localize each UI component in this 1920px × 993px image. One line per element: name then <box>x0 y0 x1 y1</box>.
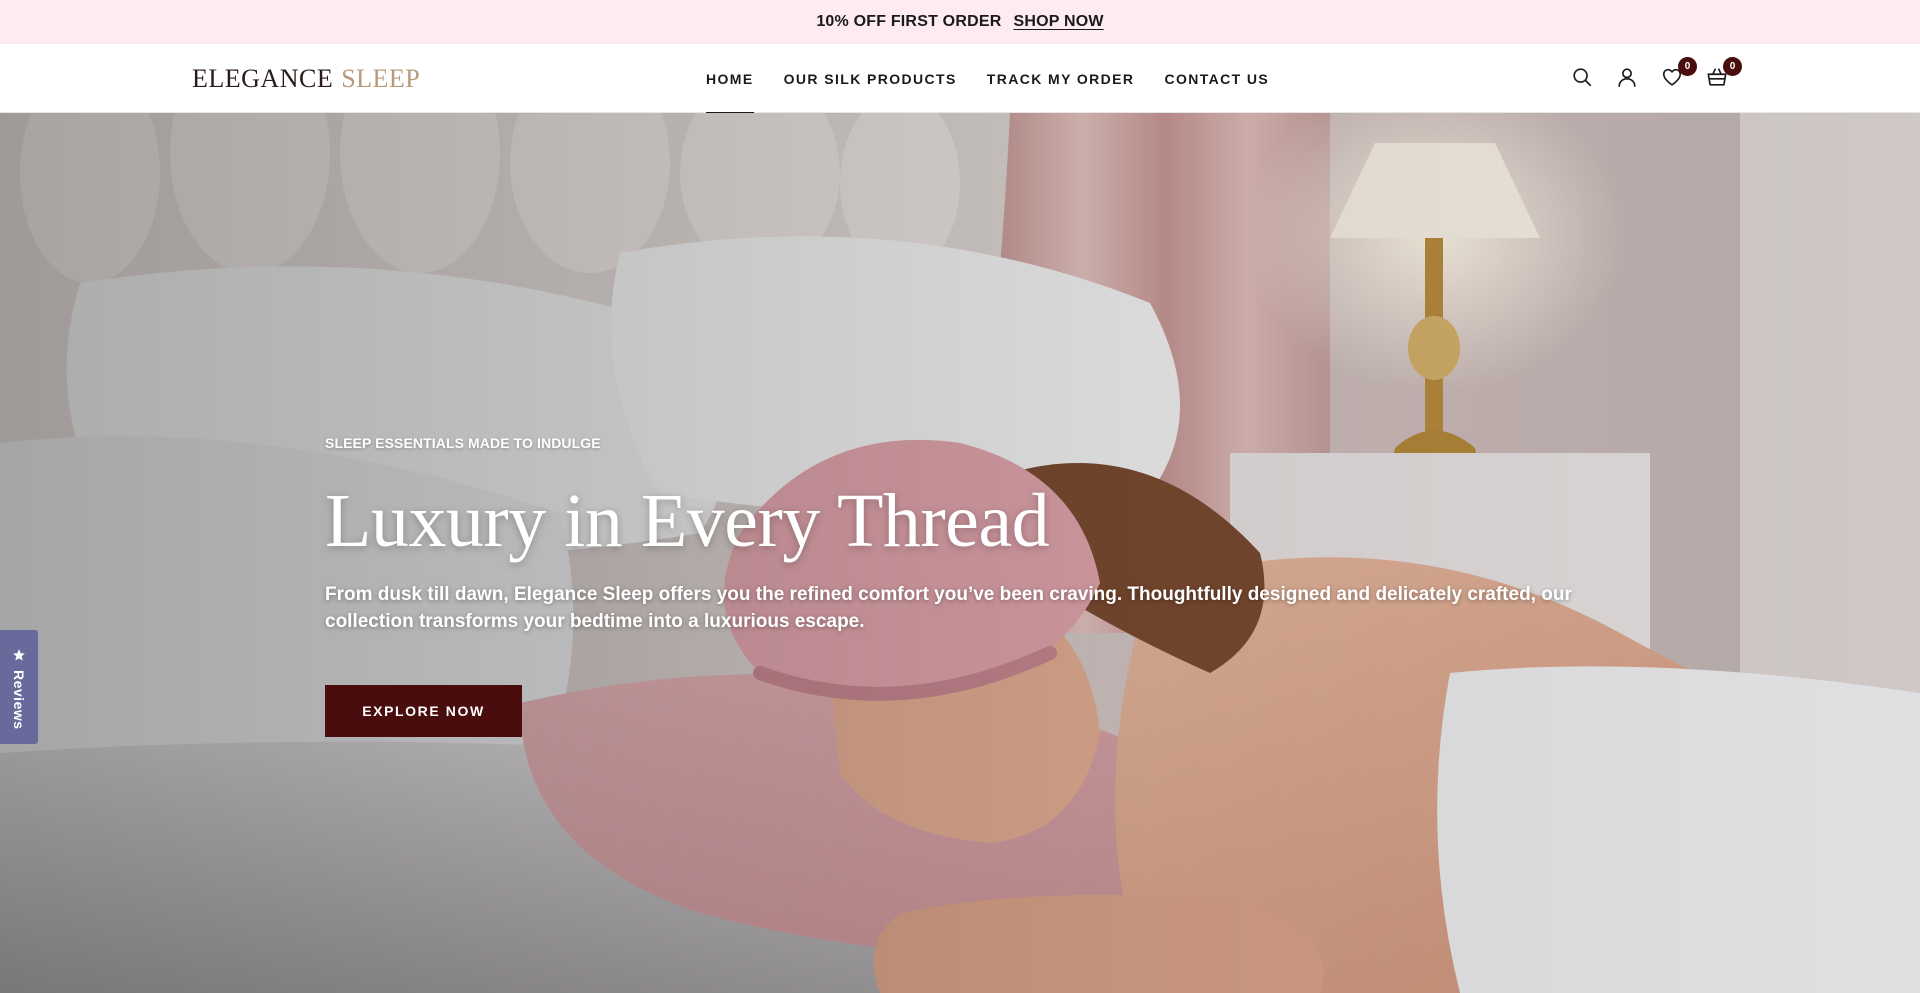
wishlist-count-badge: 0 <box>1678 57 1697 76</box>
site-logo[interactable]: ELEGANCE SLEEP <box>192 62 420 96</box>
nav-item-track-order[interactable]: TRACK MY ORDER <box>987 44 1135 113</box>
explore-now-button[interactable]: EXPLORE NOW <box>325 685 522 737</box>
account-button[interactable] <box>1615 64 1639 90</box>
hero-description: From dusk till dawn, Elegance Sleep offe… <box>325 584 1572 632</box>
logo-word-sleep: SLEEP <box>341 64 421 93</box>
user-icon <box>1618 68 1636 87</box>
shop-now-link[interactable]: SHOP NOW <box>1013 13 1103 31</box>
search-button[interactable] <box>1570 64 1594 90</box>
nav-item-silk-products[interactable]: OUR SILK PRODUCTS <box>784 44 957 113</box>
hero-content: SLEEP ESSENTIALS MADE TO INDULGE Luxury … <box>325 435 1625 737</box>
header-icons: 0 0 <box>1570 57 1742 90</box>
site-header: ELEGANCE SLEEP HOME OUR SILK PRODUCTS TR… <box>0 44 1920 114</box>
nav-item-contact[interactable]: CONTACT US <box>1164 44 1269 113</box>
reviews-tab[interactable]: Reviews <box>0 630 38 744</box>
cart-button[interactable]: 0 <box>1705 57 1742 90</box>
main-nav: HOME OUR SILK PRODUCTS TRACK MY ORDER CO… <box>706 44 1269 114</box>
hero-section: SLEEP ESSENTIALS MADE TO INDULGE Luxury … <box>0 113 1920 993</box>
cart-count-badge: 0 <box>1723 57 1742 76</box>
search-icon <box>1573 68 1592 87</box>
star-icon <box>13 649 25 661</box>
nav-item-home[interactable]: HOME <box>706 44 754 114</box>
logo-word-elegance: ELEGANCE <box>192 64 334 93</box>
announcement-text: 10% OFF FIRST ORDER <box>816 12 1002 30</box>
wishlist-button[interactable]: 0 <box>1660 57 1697 90</box>
reviews-tab-label: Reviews <box>11 670 27 730</box>
hero-eyebrow: SLEEP ESSENTIALS MADE TO INDULGE <box>325 435 601 451</box>
announcement-bar: 10% OFF FIRST ORDER SHOP NOW <box>0 0 1920 44</box>
hero-title: Luxury in Every Thread <box>325 479 1050 563</box>
